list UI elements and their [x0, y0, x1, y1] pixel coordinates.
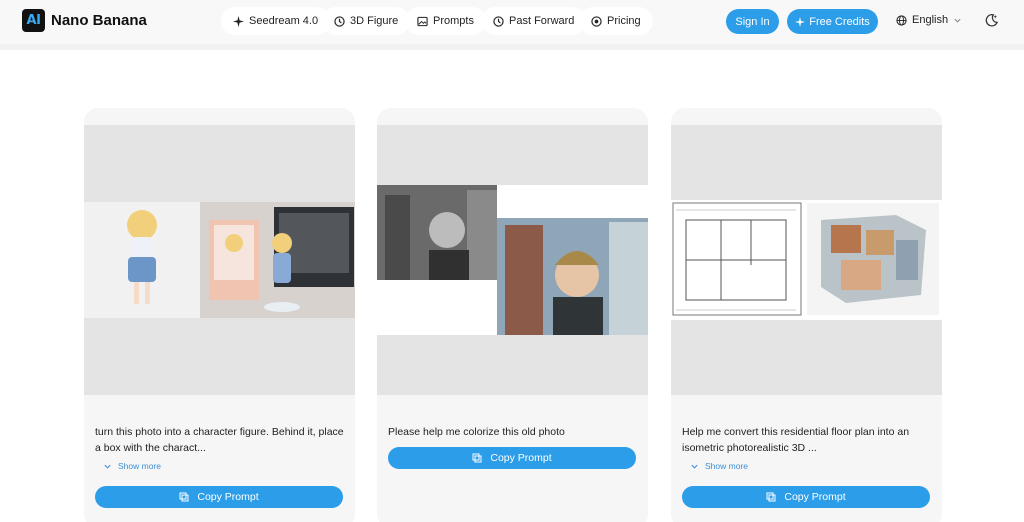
copy-icon	[179, 492, 189, 502]
nav-pricing-label: Pricing	[607, 15, 641, 27]
image-icon	[417, 16, 428, 26]
prompt-text: Please help me colorize this old photo	[388, 426, 565, 438]
free-credits-label: Free Credits	[809, 15, 870, 28]
card-image-area	[84, 125, 355, 395]
copy-prompt-button[interactable]: Copy Prompt	[388, 447, 636, 469]
language-label: English	[912, 14, 949, 26]
copy-prompt-button[interactable]: Copy Prompt	[95, 486, 343, 508]
nav-3d-figure-label: 3D Figure	[350, 15, 399, 27]
nav-past-forward[interactable]: Past Forward	[481, 7, 587, 35]
nav-seedream-label: Seedream 4.0	[249, 15, 319, 27]
prompt-text: Help me convert this residential floor p…	[682, 426, 910, 454]
copy-prompt-label: Copy Prompt	[784, 491, 846, 503]
chevron-down-icon	[954, 18, 961, 23]
sign-in-button[interactable]: Sign In	[726, 9, 779, 34]
nav-past-forward-label: Past Forward	[509, 15, 575, 27]
brand-name[interactable]: Nano Banana	[51, 12, 147, 29]
floor-plan-image	[671, 200, 942, 320]
prompt-text: turn this photo into a character figure.…	[95, 426, 344, 454]
copy-icon	[472, 453, 482, 463]
sparkle-icon	[795, 16, 806, 27]
chevron-down-icon	[691, 464, 698, 469]
character-figure-image	[84, 202, 355, 318]
clock-icon	[334, 15, 345, 27]
chevron-down-icon	[104, 464, 111, 469]
language-selector[interactable]: English	[896, 14, 962, 26]
nav-prompts[interactable]: Prompts	[405, 7, 486, 35]
copy-icon	[766, 492, 776, 502]
globe-icon	[896, 14, 907, 26]
prompt-card: Help me convert this residential floor p…	[671, 108, 942, 522]
show-more-label: Show more	[118, 461, 161, 471]
free-credits-button[interactable]: Free Credits	[787, 9, 878, 34]
prompt-card: turn this photo into a character figure.…	[84, 108, 355, 522]
logo[interactable]: AI	[22, 9, 45, 32]
prompt-card: Please help me colorize this old photo C…	[377, 108, 648, 522]
clock-icon	[493, 15, 504, 27]
nav-seedream[interactable]: Seedream 4.0	[221, 7, 331, 35]
show-more-link[interactable]: Show more	[690, 461, 748, 471]
nav-pricing[interactable]: Pricing	[579, 7, 653, 35]
show-more-label: Show more	[705, 461, 748, 471]
copy-prompt-label: Copy Prompt	[490, 452, 552, 464]
show-more-link[interactable]: Show more	[103, 461, 161, 471]
copy-prompt-label: Copy Prompt	[197, 491, 259, 503]
sparkle-icon	[233, 15, 244, 27]
top-header: AI Nano Banana Seedream 4.0 3D Figure Pr…	[0, 0, 1024, 44]
coin-icon	[591, 15, 602, 27]
moon-icon[interactable]	[984, 13, 999, 28]
nav-3d-figure[interactable]: 3D Figure	[322, 7, 411, 35]
card-image-area	[377, 125, 648, 395]
card-image-area	[671, 125, 942, 395]
nav-prompts-label: Prompts	[433, 15, 474, 27]
copy-prompt-button[interactable]: Copy Prompt	[682, 486, 930, 508]
colorize-photo-image	[377, 185, 648, 335]
